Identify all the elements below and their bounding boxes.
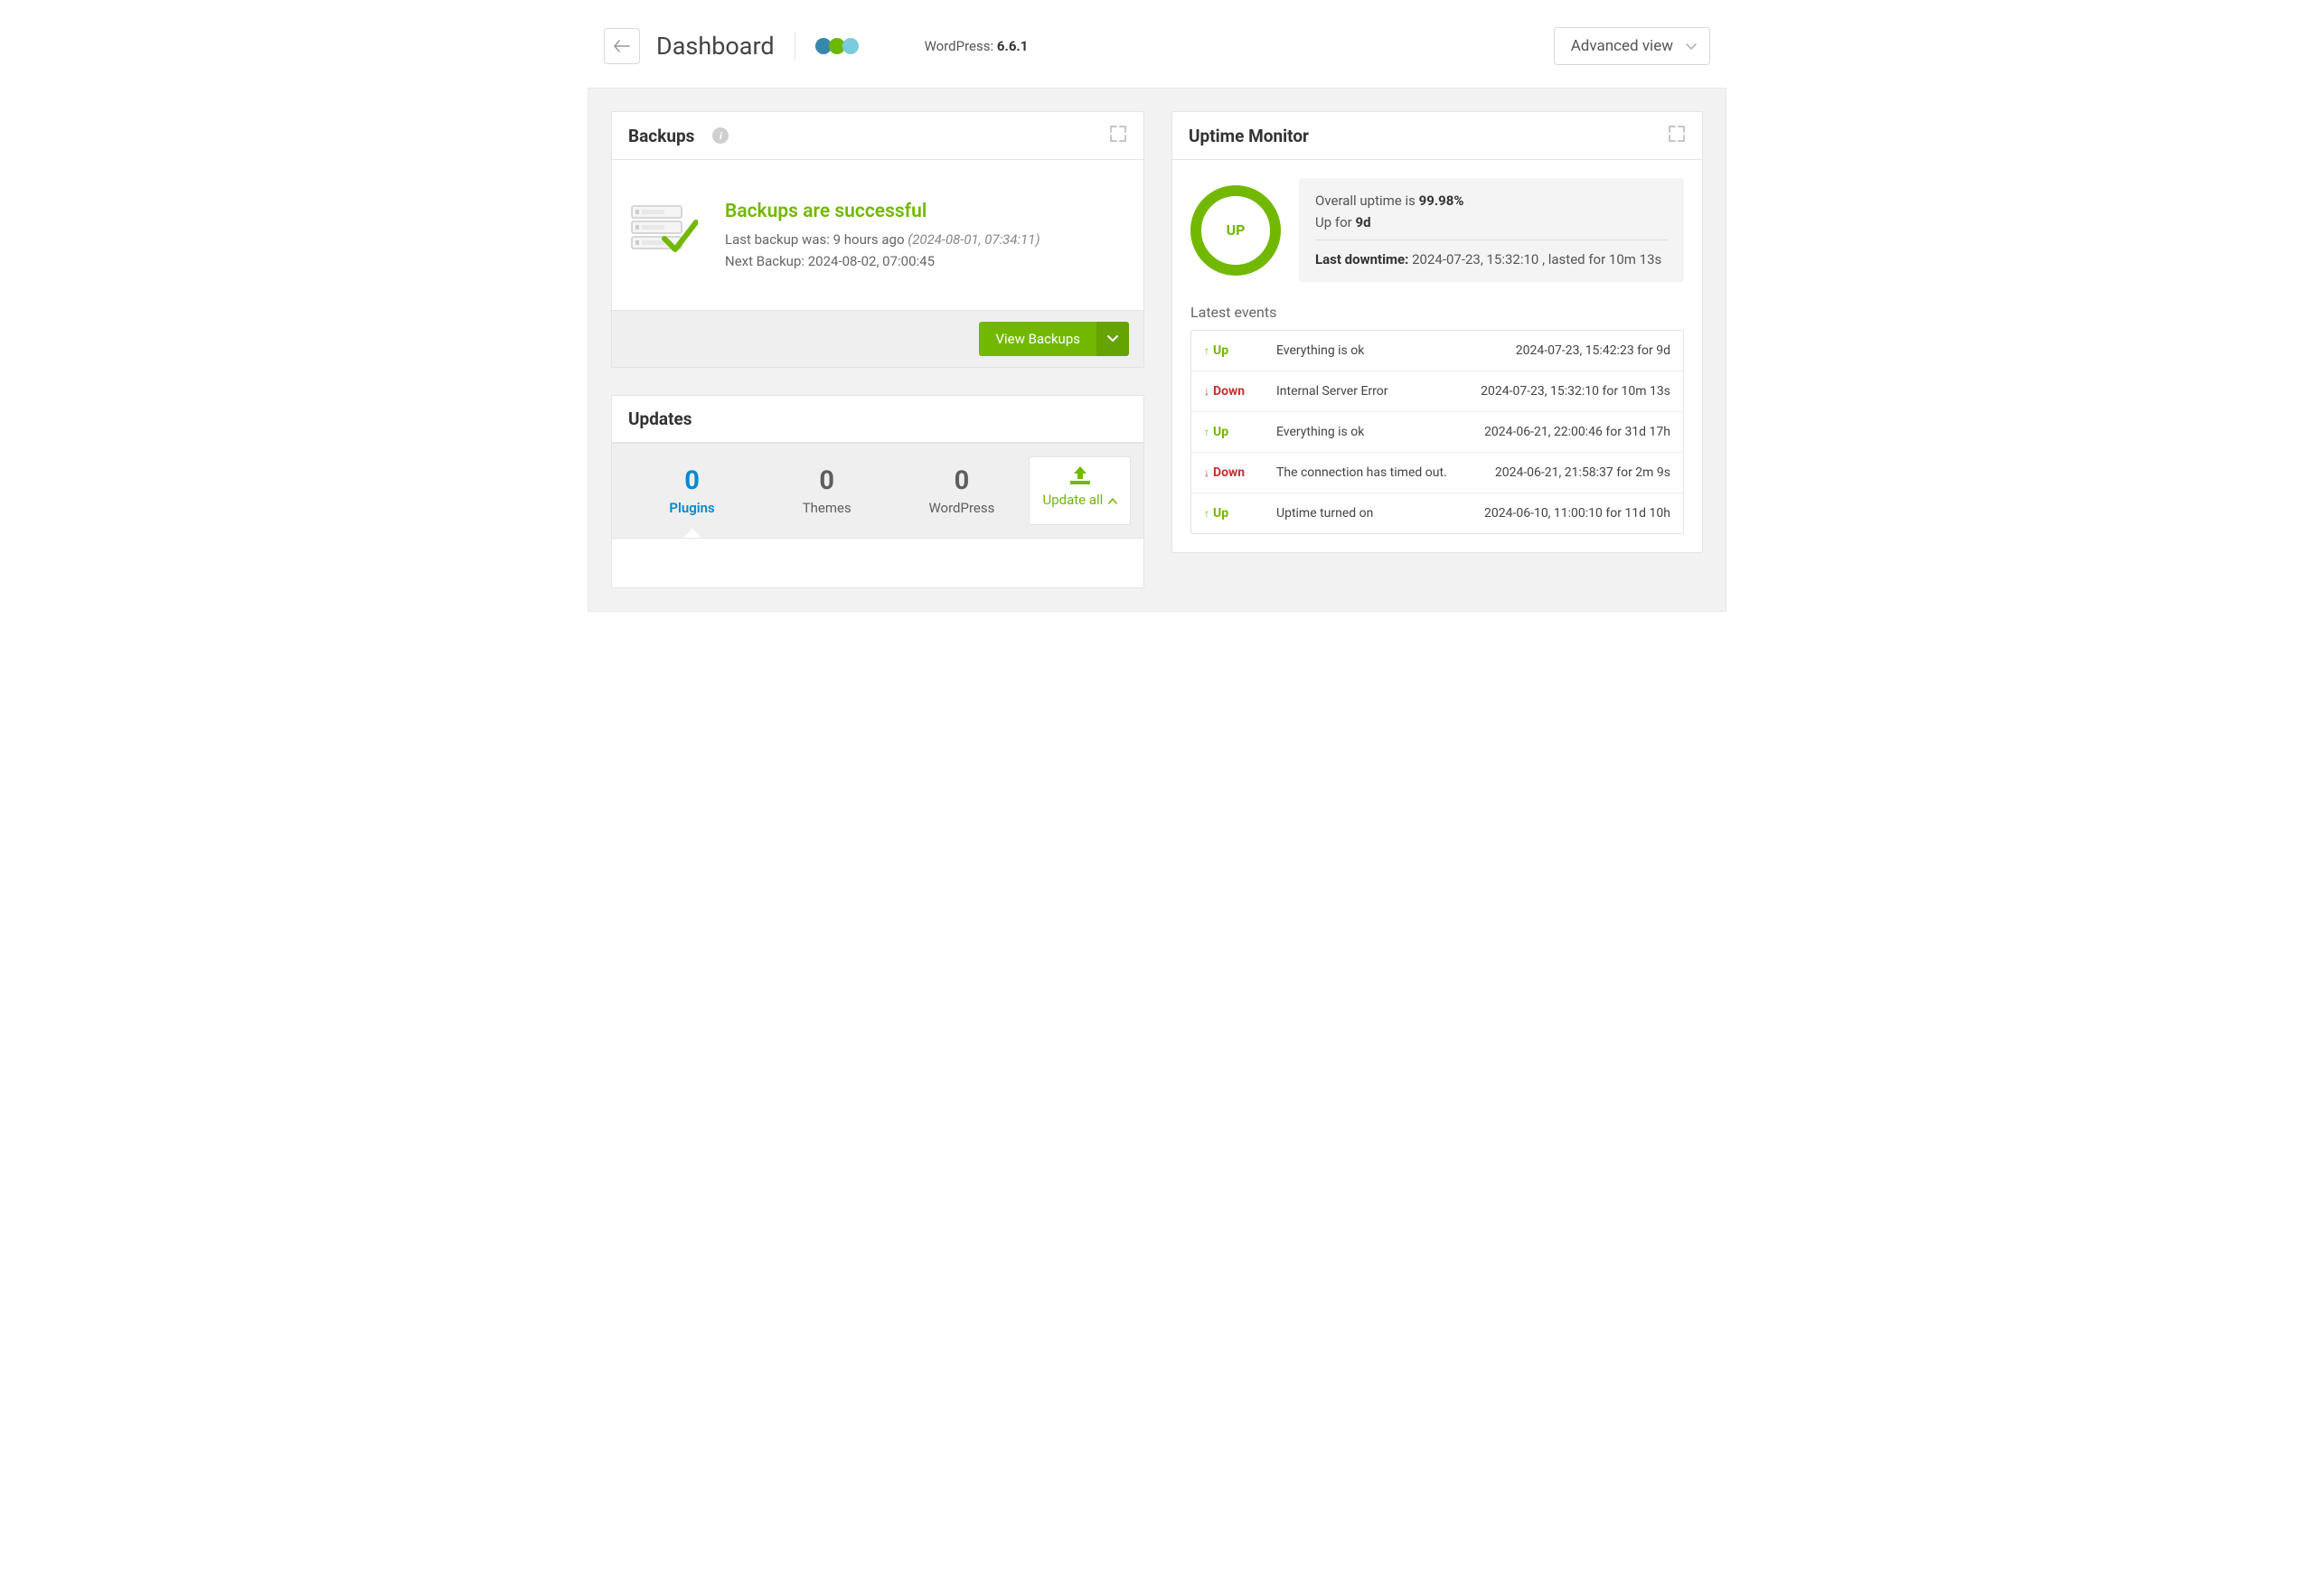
event-time: 2024-07-23, 15:42:23 for 9d	[1516, 343, 1670, 358]
view-backups-button[interactable]: View Backups	[979, 322, 1096, 356]
event-status: ↓ Down	[1204, 384, 1276, 399]
backup-status-title: Backups are successful	[725, 201, 1040, 222]
chevron-down-icon	[1107, 335, 1118, 343]
updates-tab-wordpress[interactable]: 0 WordPress	[894, 456, 1029, 525]
wp-version: WordPress: 6.6.1	[925, 38, 1029, 54]
event-status: ↑ Up	[1204, 343, 1276, 358]
event-message: Everything is ok	[1276, 343, 1516, 358]
upload-icon	[1042, 465, 1117, 490]
arrow-down-icon: ↓	[1204, 385, 1209, 398]
arrow-up-icon: ↑	[1204, 344, 1209, 357]
expand-icon[interactable]	[1668, 125, 1686, 146]
event-time: 2024-06-10, 11:00:10 for 11d 10h	[1484, 506, 1670, 521]
server-check-icon	[630, 204, 698, 258]
event-status: ↓ Down	[1204, 465, 1276, 480]
event-row: ↑ UpUptime turned on2024-06-10, 11:00:10…	[1191, 493, 1683, 533]
expand-icon[interactable]	[1109, 125, 1127, 146]
updates-tab-plugins[interactable]: 0 Plugins	[625, 456, 759, 525]
page-header: Dashboard WordPress: 6.6.1 Advanced view	[588, 0, 1726, 88]
chevron-down-icon	[1686, 37, 1697, 55]
updates-card: Updates 0 Plugins 0 Themes 0 WordPress	[611, 395, 1144, 588]
backups-card: Backups i	[611, 111, 1144, 368]
event-message: The connection has timed out.	[1276, 465, 1495, 480]
uptime-ring: UP	[1190, 185, 1281, 276]
last-downtime: Last downtime: 2024-07-23, 15:32:10 , la…	[1315, 251, 1668, 268]
back-button[interactable]	[604, 28, 640, 64]
next-backup-row: Next Backup: 2024-08-02, 07:00:45	[725, 253, 1040, 269]
event-row: ↓ DownThe connection has timed out.2024-…	[1191, 453, 1683, 493]
page-title: Dashboard	[656, 32, 775, 61]
events-table: ↑ UpEverything is ok2024-07-23, 15:42:23…	[1190, 330, 1684, 534]
tag-dots[interactable]	[815, 38, 859, 54]
arrow-up-icon: ↑	[1204, 507, 1209, 520]
event-time: 2024-06-21, 22:00:46 for 31d 17h	[1484, 425, 1670, 439]
event-row: ↑ UpEverything is ok2024-06-21, 22:00:46…	[1191, 412, 1683, 453]
updates-tab-themes[interactable]: 0 Themes	[759, 456, 894, 525]
uptime-title: Uptime Monitor	[1189, 126, 1309, 146]
backups-title: Backups	[628, 126, 694, 146]
info-icon[interactable]: i	[712, 127, 729, 144]
tag-dot-cyan	[842, 38, 859, 54]
last-backup-row: Last backup was: 9 hours ago (2024-08-01…	[725, 231, 1040, 248]
view-backups-split-button: View Backups	[979, 322, 1129, 356]
arrow-up-icon: ↑	[1204, 426, 1209, 438]
uptime-ring-label: UP	[1227, 221, 1246, 239]
event-time: 2024-07-23, 15:32:10 for 10m 13s	[1481, 384, 1670, 399]
overall-uptime: Overall uptime is 99.98%	[1315, 192, 1668, 209]
event-time: 2024-06-21, 21:58:37 for 2m 9s	[1495, 465, 1670, 480]
up-for: Up for 9d	[1315, 214, 1668, 230]
uptime-card: Uptime Monitor UP Overall uptime is 99.9…	[1171, 111, 1703, 553]
update-all-button[interactable]: Update all	[1029, 456, 1131, 525]
view-backups-dropdown[interactable]	[1096, 322, 1129, 356]
updates-title: Updates	[628, 408, 692, 429]
event-row: ↑ UpEverything is ok2024-07-23, 15:42:23…	[1191, 331, 1683, 371]
updates-list-area	[612, 538, 1143, 587]
event-message: Uptime turned on	[1276, 506, 1484, 521]
event-row: ↓ DownInternal Server Error2024-07-23, 1…	[1191, 371, 1683, 412]
arrow-left-icon	[614, 40, 630, 52]
latest-events-title: Latest events	[1190, 304, 1684, 321]
event-status: ↑ Up	[1204, 506, 1276, 521]
arrow-down-icon: ↓	[1204, 466, 1209, 479]
event-status: ↑ Up	[1204, 425, 1276, 439]
view-selector[interactable]: Advanced view	[1554, 27, 1710, 65]
event-message: Everything is ok	[1276, 425, 1484, 439]
content-area: Backups i	[588, 88, 1726, 612]
event-message: Internal Server Error	[1276, 384, 1481, 399]
chevron-up-icon	[1108, 494, 1117, 507]
uptime-summary: Overall uptime is 99.98% Up for 9d Last …	[1299, 178, 1684, 282]
